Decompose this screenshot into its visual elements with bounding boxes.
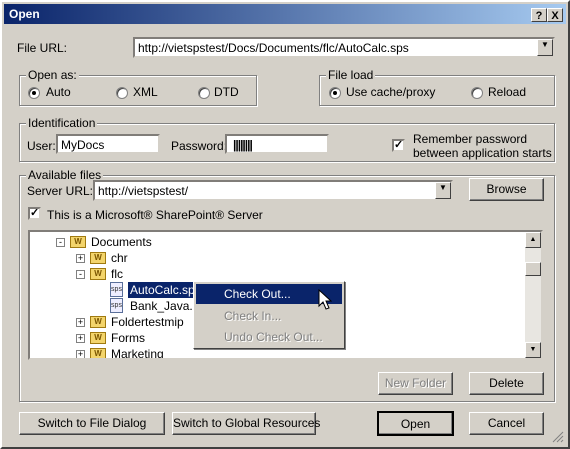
switch-to-global-resources-button[interactable]: Switch to Global Resources [172, 412, 320, 435]
sps-file-icon: sps [110, 282, 123, 297]
radio-use-cache[interactable] [329, 87, 341, 99]
menu-item-undo-check-out[interactable]: Undo Check Out... [196, 327, 342, 347]
browse-button[interactable]: Browse [469, 178, 544, 201]
chevron-down-icon[interactable]: ▼ [537, 39, 553, 56]
tree-label-marketing: Marketing [111, 347, 164, 360]
file-url-combobox[interactable]: http://vietspstest/Docs/Documents/flc/Au… [133, 37, 555, 58]
open-as-label: Open as: [26, 68, 79, 82]
server-url-combobox[interactable]: http://vietspstest/ ▼ [93, 180, 453, 201]
open-button[interactable]: Open [377, 411, 454, 436]
folder-icon: W [90, 316, 106, 328]
expand-icon[interactable]: + [76, 318, 85, 327]
collapse-icon[interactable]: - [76, 270, 85, 279]
password-label: Password: [171, 139, 228, 153]
collapse-icon[interactable]: - [56, 238, 65, 247]
window-title: Open [9, 7, 40, 21]
new-folder-button[interactable]: New Folder [378, 372, 453, 395]
tree-scrollbar[interactable]: ▲ ▼ [525, 232, 541, 358]
expand-icon[interactable]: + [76, 254, 85, 263]
mouse-pointer-icon [318, 289, 332, 310]
sps-file-icon: sps [110, 298, 123, 313]
folder-icon: W [90, 332, 106, 344]
switch-to-file-dialog-button[interactable]: Switch to File Dialog [19, 412, 165, 435]
radio-xml-label: XML [133, 85, 158, 99]
file-url-label: File URL: [17, 41, 68, 55]
title-bar: Open ? X [4, 4, 566, 24]
remember-line1: Remember password [413, 132, 528, 146]
sharepoint-checkbox[interactable]: ✓ [28, 207, 41, 220]
radio-dtd[interactable] [198, 87, 210, 99]
file-load-label: File load [326, 68, 376, 82]
radio-auto[interactable] [28, 87, 40, 99]
cancel-button[interactable]: Cancel [469, 412, 544, 435]
folder-icon: W [70, 236, 86, 248]
folder-icon: W [90, 268, 106, 280]
tree-label-forms: Forms [111, 331, 145, 345]
tree-label-foldertestmip: Foldertestmip [111, 315, 184, 329]
user-value: MyDocs [61, 138, 105, 152]
open-as-group: Open as: Auto XML DTD [19, 68, 257, 106]
server-url-label: Server URL: [27, 184, 94, 198]
radio-auto-label: Auto [46, 85, 71, 99]
file-load-group: File load Use cache/proxy Reload [319, 68, 555, 106]
remember-password-checkbox[interactable]: ✓ [392, 139, 405, 152]
folder-icon: W [90, 348, 106, 358]
identification-label: Identification [26, 116, 98, 130]
user-label: User: [27, 139, 56, 153]
scroll-down-icon[interactable]: ▼ [525, 342, 541, 358]
server-url-value: http://vietspstest/ [98, 184, 189, 198]
tree-label-documents: Documents [91, 235, 152, 249]
folder-icon: W [90, 252, 106, 264]
scroll-thumb[interactable] [525, 262, 541, 276]
expand-icon[interactable]: + [76, 334, 85, 343]
resize-grip-icon[interactable] [552, 431, 564, 443]
scroll-up-icon[interactable]: ▲ [525, 232, 541, 248]
tree-label-bankjava: Bank_Java.sr [130, 299, 203, 313]
tree-label-chr: chr [111, 251, 128, 265]
identification-group: Identification User: MyDocs Password: ||… [19, 116, 555, 162]
delete-button[interactable]: Delete [469, 372, 544, 395]
file-url-value: http://vietspstest/Docs/Documents/flc/Au… [138, 41, 409, 55]
user-input[interactable]: MyDocs [56, 134, 160, 154]
help-button[interactable]: ? [531, 8, 547, 22]
expand-icon[interactable]: + [76, 350, 85, 358]
remember-line2: between application starts [413, 146, 552, 160]
available-files-label: Available files [26, 168, 104, 182]
radio-reload[interactable] [471, 87, 483, 99]
radio-use-cache-label: Use cache/proxy [346, 85, 436, 99]
radio-dtd-label: DTD [214, 85, 239, 99]
close-button[interactable]: X [547, 8, 563, 22]
chevron-down-icon[interactable]: ▼ [435, 182, 451, 199]
tree-label-autocalc: AutoCalc.sps [128, 282, 203, 298]
password-value: |||||||| [233, 138, 253, 152]
password-input[interactable]: |||||||| [225, 134, 329, 154]
sharepoint-label: This is a Microsoft® SharePoint® Server [47, 208, 263, 222]
tree-label-flc: flc [111, 267, 123, 281]
radio-reload-label: Reload [488, 85, 527, 99]
open-dialog: Open ? X File URL: http://vietspstest/Do… [0, 0, 570, 449]
radio-xml[interactable] [116, 87, 128, 99]
